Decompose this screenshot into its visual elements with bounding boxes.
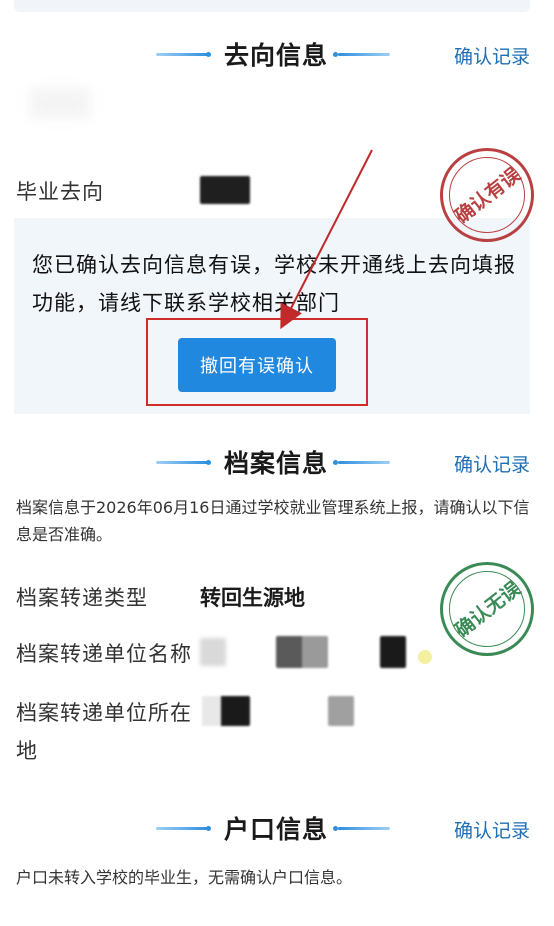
destination-record-link[interactable]: 确认记录: [454, 42, 530, 69]
archive-unit-name-redacted: [276, 636, 328, 668]
archive-unit-name-redacted: [418, 650, 432, 664]
header-dot-left: [206, 826, 211, 831]
archive-unit-location-redacted: [202, 696, 250, 726]
archive-description: 档案信息于2026年06月16日通过学校就业管理系统上报，请确认以下信息是否准确…: [16, 498, 530, 544]
header-dot-left: [206, 460, 211, 465]
archive-unit-location-redacted: [328, 696, 354, 726]
header-line-left: [156, 461, 208, 464]
archive-section-header: 档案信息 确认记录: [0, 442, 554, 482]
archive-transfer-type-label: 档案转递类型: [16, 586, 148, 610]
archive-unit-name-redacted: [200, 638, 226, 666]
archive-transfer-type-value: 转回生源地: [200, 586, 305, 610]
redacted-area: [30, 88, 90, 118]
header-line-right: [338, 827, 390, 830]
header-line-right: [338, 461, 390, 464]
header-dot-left: [206, 52, 211, 57]
destination-section-title: 去向信息: [224, 41, 329, 70]
hukou-section-title: 户口信息: [224, 815, 329, 844]
header-line-left: [156, 53, 208, 56]
graduation-destination-value-redacted: [200, 176, 250, 204]
confirmed-correct-stamp: 确认无误: [440, 562, 534, 656]
archive-section-title: 档案信息: [224, 449, 329, 478]
previous-card-bottom: [14, 0, 530, 12]
withdraw-error-confirmation-button[interactable]: 撤回有误确认: [178, 338, 336, 392]
confirmed-error-stamp: 确认有误: [440, 148, 534, 242]
archive-unit-name-label: 档案转递单位名称: [16, 642, 192, 666]
graduation-destination-label: 毕业去向: [16, 180, 104, 204]
archive-record-link[interactable]: 确认记录: [454, 450, 530, 477]
archive-unit-name-redacted: [380, 636, 406, 668]
archive-unit-location-label: 档案转递单位所在地: [16, 701, 192, 763]
hukou-section-header: 户口信息 确认记录: [0, 808, 554, 848]
hukou-record-link[interactable]: 确认记录: [454, 816, 530, 843]
header-line-left: [156, 827, 208, 830]
header-line-right: [338, 53, 390, 56]
error-notice-text: 您已确认去向信息有误，学校未开通线上去向填报功能，请线下联系学校相关部门: [32, 253, 516, 315]
hukou-description: 户口未转入学校的毕业生，无需确认户口信息。: [16, 868, 353, 887]
destination-section-header: 去向信息 确认记录: [0, 34, 554, 74]
